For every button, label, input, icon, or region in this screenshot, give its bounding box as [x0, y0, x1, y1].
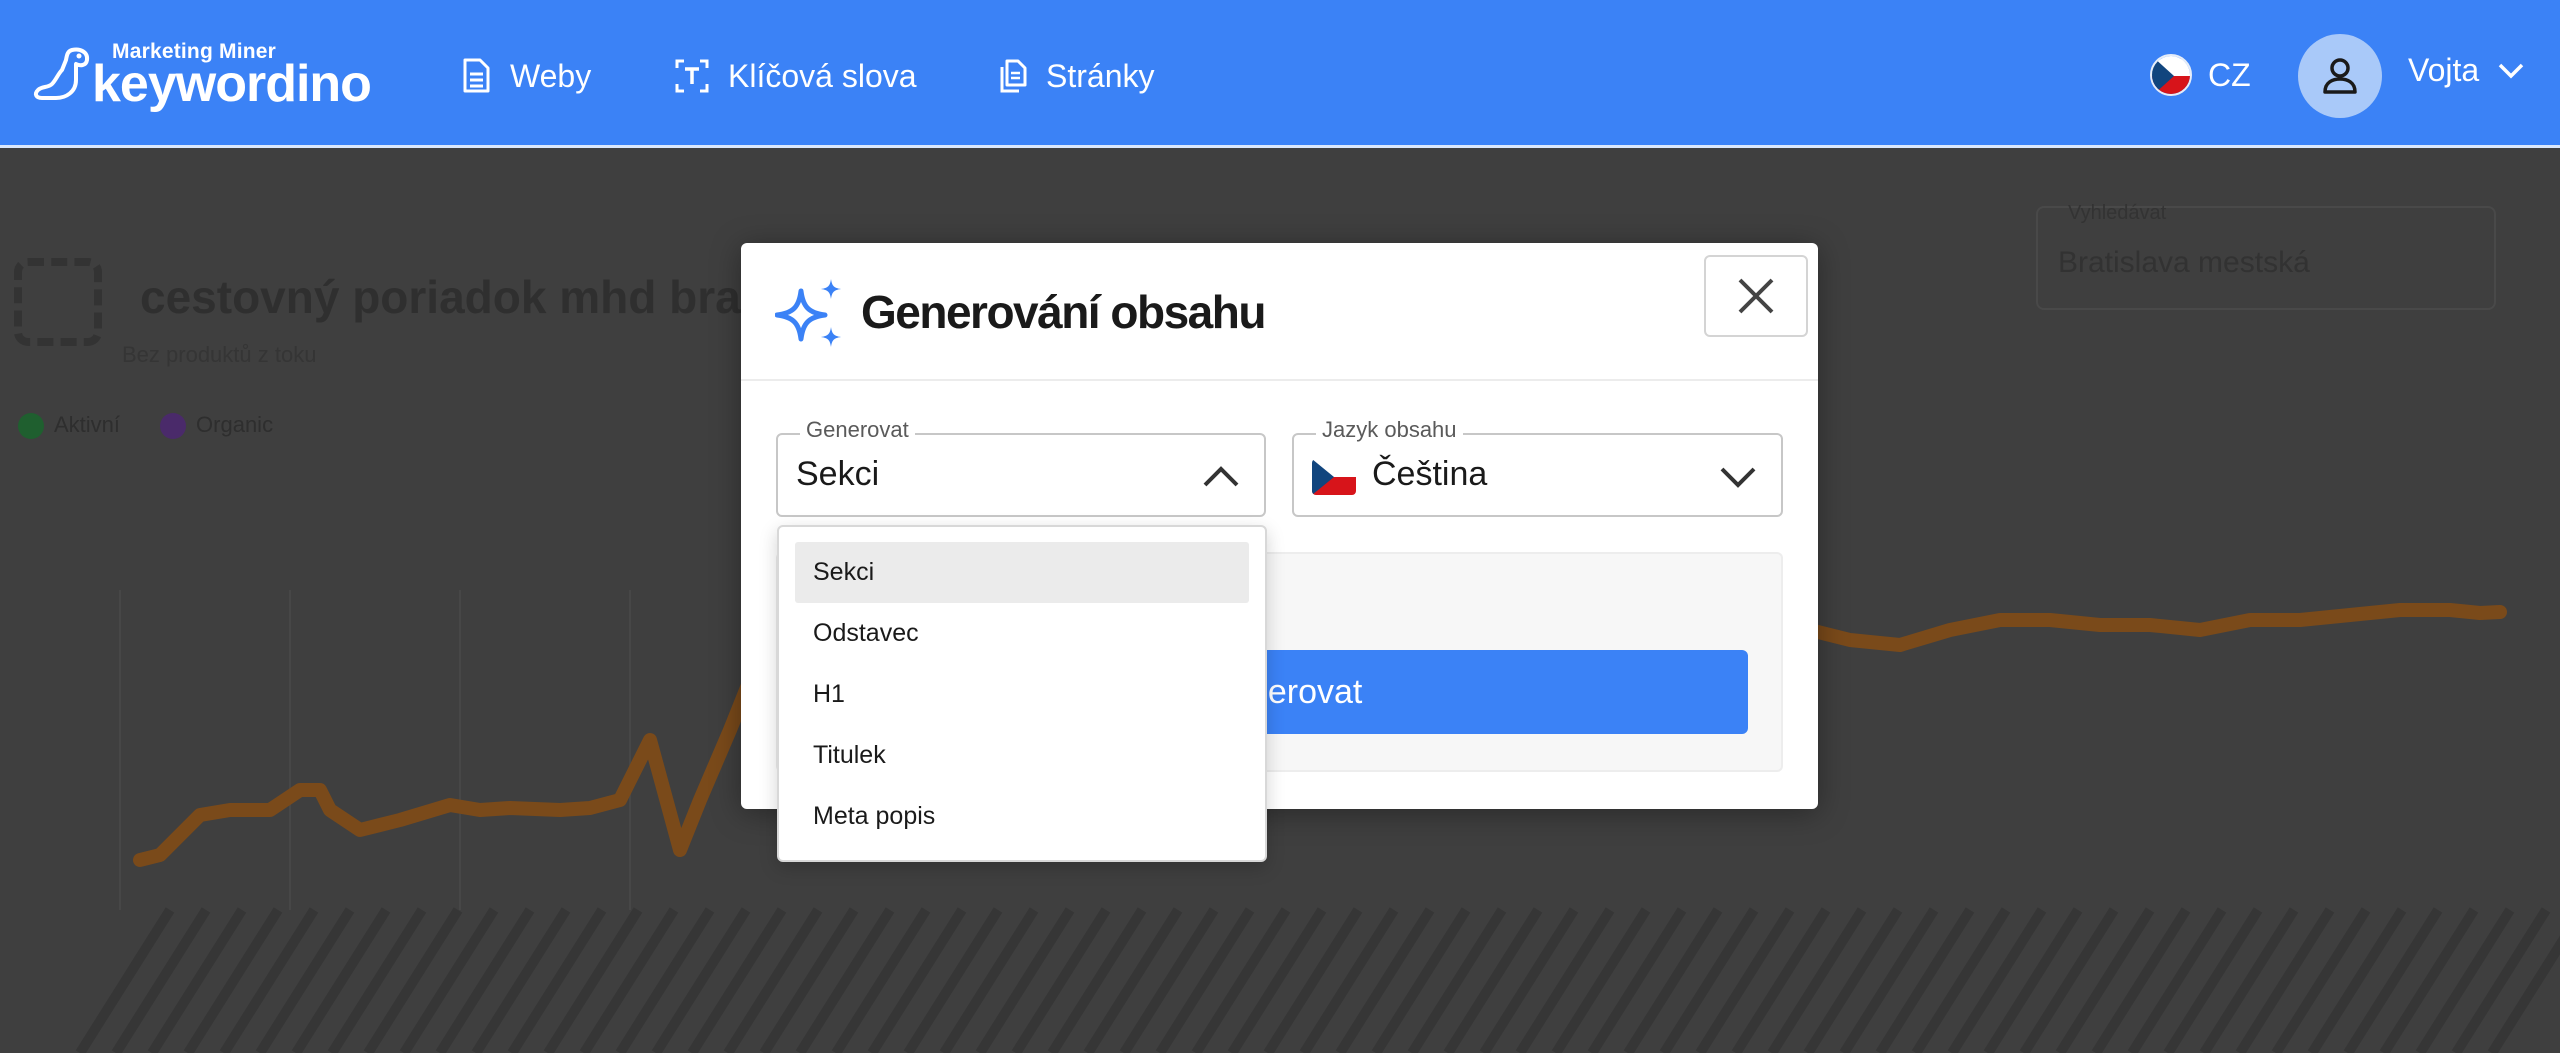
legend-item-organic: Organic	[160, 412, 273, 440]
generate-type-dropdown: Sekci Odstavec H1 Titulek Meta popis	[777, 525, 1267, 862]
dropdown-option-meta-popis[interactable]: Meta popis	[795, 786, 1249, 847]
close-icon	[1738, 278, 1774, 314]
content-language-label: Jazyk obsahu	[1316, 417, 1463, 443]
czech-flag-icon	[2150, 54, 2192, 96]
dropdown-option-h1[interactable]: H1	[795, 664, 1249, 725]
nav-stranky[interactable]: Stránky	[998, 48, 1154, 104]
dino-logo-icon	[33, 47, 90, 100]
legend-item-aktivni: Aktivní	[18, 412, 120, 440]
background-search-label: Vyhledávat	[2068, 202, 2167, 224]
avatar[interactable]	[2298, 34, 2382, 118]
dropdown-option-titulek[interactable]: Titulek	[795, 725, 1249, 786]
nav-klicova-slova-label: Klíčová slova	[728, 57, 917, 94]
chevron-down-icon	[1720, 467, 1756, 488]
background-title: cestovný poriadok mhd bra	[140, 271, 741, 323]
background-legend: Aktivní Organic	[18, 412, 273, 440]
generate-type-label: Generovat	[800, 417, 915, 443]
user-name: Vojta	[2408, 52, 2480, 88]
language-switch[interactable]: CZ	[2150, 54, 2251, 96]
user-menu[interactable]: Vojta	[2408, 52, 2525, 89]
document-icon	[463, 58, 490, 93]
text-tool-icon	[675, 59, 709, 93]
chevron-up-icon	[1203, 466, 1239, 487]
background-subtitle: Bez produktů z toku	[122, 342, 317, 367]
nav-weby[interactable]: Weby	[460, 48, 591, 104]
logo-wordmark: keywordino	[92, 55, 372, 113]
dropdown-option-sekci[interactable]: Sekci	[795, 542, 1249, 603]
top-navbar: Marketing Miner keywordino Weby Klíčová …	[0, 0, 2560, 148]
czech-flag-icon	[1312, 459, 1356, 495]
pages-icon	[1000, 59, 1027, 93]
generate-type-value: Sekci	[796, 455, 880, 493]
content-language-select[interactable]: Jazyk obsahu Čeština	[1292, 417, 1783, 517]
nav-weby-label: Weby	[510, 57, 592, 94]
modal-header: Generování obsahu	[741, 243, 1818, 381]
nav-klicova-slova[interactable]: Klíčová slova	[674, 48, 917, 104]
modal-title: Generování obsahu	[861, 286, 1266, 338]
keywordino-logo[interactable]: Marketing Miner keywordino	[32, 38, 372, 113]
generate-type-select[interactable]: Generovat Sekci	[776, 417, 1266, 517]
background-search-box: Vyhledávat Bratislava mestská	[2036, 202, 2496, 310]
user-icon	[2323, 58, 2357, 94]
content-language-value: Čeština	[1372, 455, 1488, 493]
nav-stranky-label: Stránky	[1046, 57, 1155, 94]
sparkle-icon	[775, 279, 841, 347]
dropdown-option-odstavec[interactable]: Odstavec	[795, 603, 1249, 664]
close-button[interactable]	[1704, 255, 1808, 337]
background-site-icon	[14, 258, 102, 346]
background-search-value: Bratislava mestská	[2058, 246, 2310, 279]
chevron-down-icon	[2498, 63, 2524, 78]
language-code: CZ	[2208, 56, 2251, 93]
